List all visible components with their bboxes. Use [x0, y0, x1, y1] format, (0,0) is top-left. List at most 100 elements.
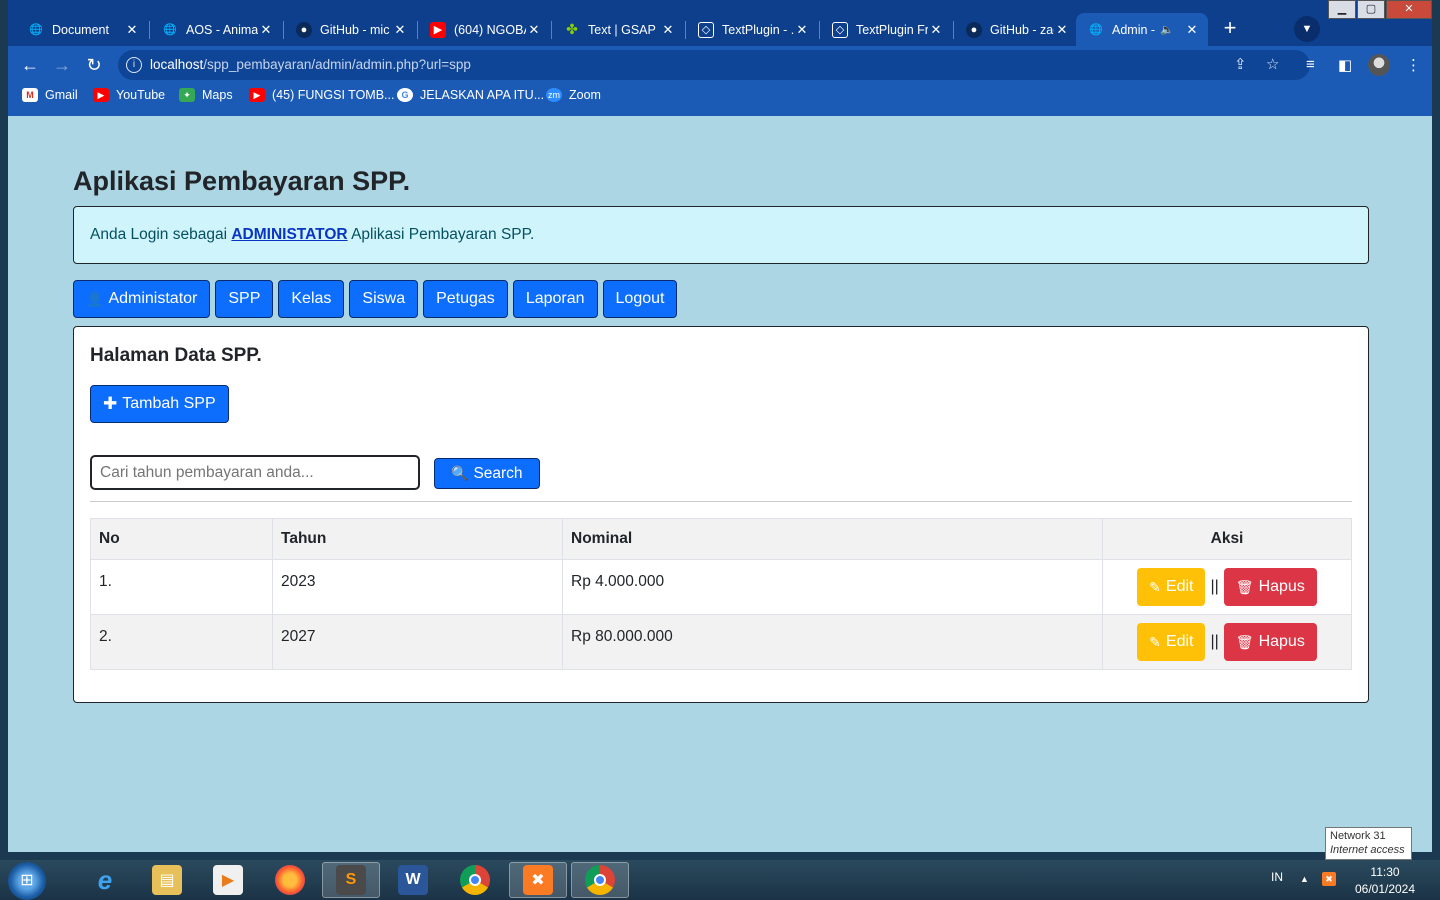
- close-icon[interactable]: ✕: [124, 22, 140, 38]
- network-tooltip: Network 31 Internet access: [1325, 827, 1412, 860]
- close-icon[interactable]: ✕: [660, 22, 676, 38]
- cell-nominal: Rp 80.000.000: [562, 614, 1103, 670]
- search-input[interactable]: [90, 455, 420, 490]
- media-icon: ▶: [213, 865, 243, 895]
- close-icon[interactable]: ✕: [258, 22, 274, 38]
- file-explorer-app[interactable]: ▤: [138, 862, 196, 898]
- close-icon[interactable]: ✕: [1054, 22, 1070, 38]
- tab-gsap[interactable]: ✤ Text | GSAP | ✕: [552, 13, 684, 46]
- tab-title: GitHub - mic: [320, 22, 390, 37]
- delete-button[interactable]: 🗑 Hapus: [1223, 623, 1317, 661]
- codepen-icon: ◇: [832, 21, 848, 38]
- maximize-button[interactable]: ▢: [1357, 0, 1385, 19]
- tab-search-button[interactable]: ▼: [1294, 16, 1320, 42]
- spp-table: No Tahun Nominal Aksi 1. 2023 Rp 4.000.0…: [90, 518, 1352, 670]
- menu-spp-button[interactable]: SPP: [215, 280, 274, 318]
- tab-title: TextPlugin Fr: [856, 22, 928, 37]
- action-separator: ||: [1210, 578, 1219, 595]
- tab-admin[interactable]: 🌐 Admin - 🔈 ✕: [1076, 13, 1208, 46]
- cell-no: 2.: [90, 614, 273, 670]
- firefox-app[interactable]: [261, 862, 319, 898]
- media-player-app[interactable]: ▶: [199, 862, 257, 898]
- edit-button[interactable]: ✎ Edit: [1137, 623, 1206, 661]
- menu-logout-button[interactable]: Logout: [602, 280, 678, 318]
- add-spp-button[interactable]: ✚ Tambah SPP: [90, 385, 229, 423]
- edit-button[interactable]: ✎ Edit: [1137, 568, 1206, 606]
- close-icon[interactable]: ✕: [794, 22, 810, 38]
- back-button[interactable]: ←: [18, 54, 42, 78]
- maps-icon: ✦: [179, 88, 195, 102]
- delete-button[interactable]: 🗑 Hapus: [1223, 568, 1317, 606]
- codepen-icon: ◇: [698, 21, 714, 38]
- cell-aksi: ✎ Edit || 🗑 Hapus: [1102, 559, 1352, 615]
- browser-chrome: 🌐 Document ✕ 🌐 AOS - Anima ✕ ● GitHub - …: [8, 0, 1432, 116]
- clock[interactable]: 11:30 06/01/2024: [1348, 864, 1422, 898]
- close-icon[interactable]: ✕: [526, 22, 542, 38]
- info-icon[interactable]: i: [126, 57, 142, 73]
- side-panel-icon[interactable]: ◧: [1338, 56, 1352, 74]
- tab-strip: 🌐 Document ✕ 🌐 AOS - Anima ✕ ● GitHub - …: [8, 0, 1432, 46]
- role-link[interactable]: ADMINISTATOR: [231, 226, 347, 243]
- tab-aos[interactable]: 🌐 AOS - Anima ✕: [150, 13, 282, 46]
- start-button[interactable]: ⊞: [8, 862, 46, 900]
- language-indicator[interactable]: IN: [1271, 870, 1283, 884]
- youtube-icon: ▶: [249, 88, 265, 102]
- sublime-text-app[interactable]: S: [322, 862, 380, 898]
- bookmark-jelaskan[interactable]: G JELASKAN APA ITU...: [397, 88, 544, 102]
- chrome-app[interactable]: [446, 862, 504, 898]
- xampp-tray-icon[interactable]: ✖: [1322, 872, 1336, 886]
- header-tahun: Tahun: [272, 518, 563, 560]
- menu-administator-button[interactable]: 👤 Administator: [73, 280, 211, 318]
- bookmark-fungsi[interactable]: ▶ (45) FUNGSI TOMB...: [249, 88, 394, 102]
- menu-siswa-button[interactable]: Siswa: [349, 280, 419, 318]
- url-text[interactable]: localhost/spp_pembayaran/admin/admin.php…: [150, 57, 471, 72]
- cell-tahun: 2027: [272, 614, 563, 670]
- menu-kelas-button[interactable]: Kelas: [278, 280, 345, 318]
- internet-explorer-app[interactable]: e: [76, 862, 134, 898]
- new-tab-button[interactable]: +: [1218, 17, 1242, 41]
- xampp-app[interactable]: ✖: [509, 862, 567, 898]
- cell-aksi: ✎ Edit || 🗑 Hapus: [1102, 614, 1352, 670]
- action-separator: ||: [1210, 633, 1219, 650]
- header-nominal: Nominal: [562, 518, 1103, 560]
- window-close-button[interactable]: ✕: [1386, 0, 1432, 19]
- tab-youtube[interactable]: ▶ (604) NGOBA ✕: [418, 13, 550, 46]
- share-icon[interactable]: ⇪: [1234, 55, 1247, 73]
- divider: [90, 501, 1352, 502]
- bookmark-zoom[interactable]: zm Zoom: [546, 88, 601, 102]
- address-bar[interactable]: i localhost/spp_pembayaran/admin/admin.p…: [118, 50, 1310, 80]
- minimize-button[interactable]: ▁: [1328, 0, 1356, 19]
- main-menu: 👤 Administator SPP Kelas Siswa Petugas L…: [73, 280, 682, 318]
- bookmark-youtube[interactable]: ▶ YouTube: [93, 88, 165, 102]
- forward-button[interactable]: →: [50, 54, 74, 78]
- close-icon[interactable]: ✕: [392, 22, 408, 38]
- tray-expand-icon[interactable]: ▲: [1300, 874, 1309, 884]
- reading-list-icon[interactable]: ≡: [1306, 56, 1315, 73]
- avatar[interactable]: [1368, 54, 1390, 76]
- chrome-icon: [585, 865, 615, 895]
- menu-petugas-button[interactable]: Petugas: [423, 280, 508, 318]
- speaker-icon[interactable]: 🔈: [1160, 23, 1174, 36]
- header-aksi: Aksi: [1102, 518, 1352, 560]
- menu-icon[interactable]: ⋮: [1406, 56, 1421, 74]
- bookmark-maps[interactable]: ✦ Maps: [179, 88, 233, 102]
- trash-icon: 🗑: [1235, 578, 1254, 595]
- reload-button[interactable]: ↻: [82, 54, 106, 78]
- tab-github-mic[interactable]: ● GitHub - mic ✕: [284, 13, 416, 46]
- star-icon[interactable]: ☆: [1266, 55, 1279, 73]
- tab-textplugin[interactable]: ◇ TextPlugin - . ✕: [686, 13, 818, 46]
- tab-title: Document: [52, 22, 109, 37]
- bookmark-gmail[interactable]: M Gmail: [22, 88, 78, 102]
- chrome-active-app[interactable]: [571, 862, 629, 898]
- close-icon[interactable]: ✕: [1184, 22, 1200, 38]
- close-icon[interactable]: ✕: [928, 22, 944, 38]
- tab-textplugin-fr[interactable]: ◇ TextPlugin Fr ✕: [820, 13, 952, 46]
- search-icon: 🔍: [451, 465, 469, 481]
- tab-document[interactable]: 🌐 Document ✕: [16, 13, 148, 46]
- menu-laporan-button[interactable]: Laporan: [512, 280, 598, 318]
- word-app[interactable]: W: [384, 862, 442, 898]
- github-icon: ●: [966, 21, 982, 38]
- tab-github-zae[interactable]: ● GitHub - zae ✕: [954, 13, 1078, 46]
- tab-title: (604) NGOBA: [454, 22, 526, 37]
- search-button[interactable]: 🔍 Search: [434, 458, 540, 489]
